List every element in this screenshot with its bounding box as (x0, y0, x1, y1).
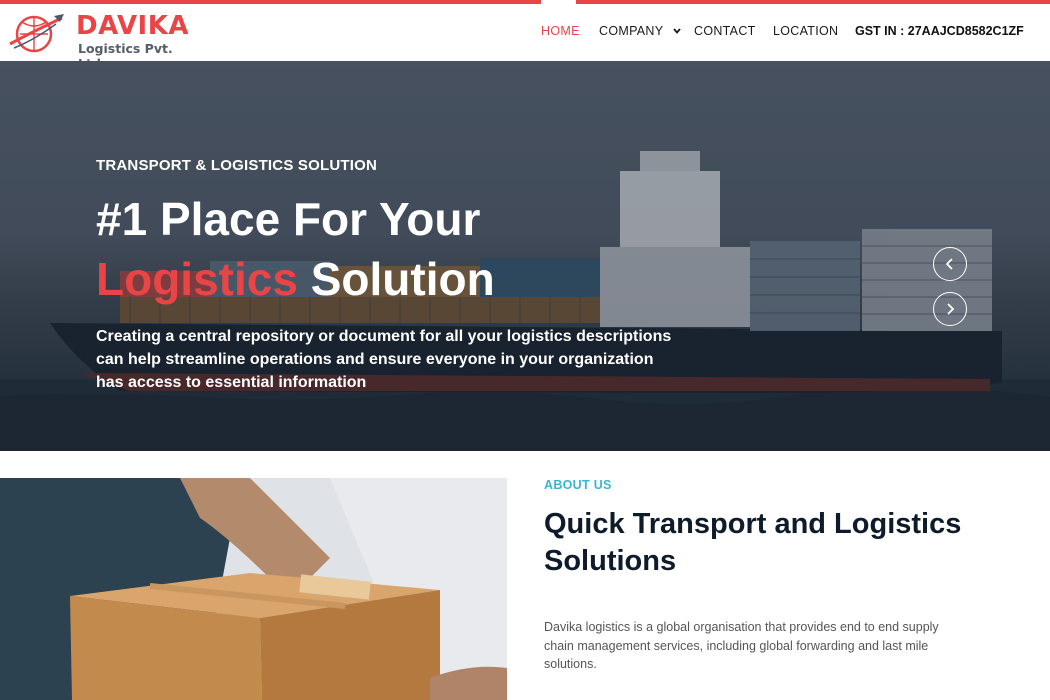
hero-title-line2: Logistics Solution (96, 249, 495, 309)
hero-title-line1: #1 Place For Your (96, 193, 481, 245)
globe-plane-icon (9, 14, 64, 53)
chevron-down-icon (673, 28, 681, 34)
nav-item-home[interactable]: HOME (541, 24, 580, 38)
hero-title-accent: Logistics (96, 253, 298, 305)
about-description: Davika logistics is a global organisatio… (544, 620, 939, 671)
nav-item-company-label: COMPANY (599, 24, 664, 38)
brand-name: DAVIKA (76, 11, 190, 41)
chevron-left-icon (945, 258, 953, 270)
slider-next-button[interactable] (933, 292, 967, 326)
nav-item-company[interactable]: COMPANY (599, 24, 681, 38)
about-kicker: ABOUT US (544, 478, 612, 492)
hero-kicker: TRANSPORT & LOGISTICS SOLUTION (96, 157, 378, 174)
hero-title-rest: Solution (310, 253, 495, 305)
about-title: Quick Transport and Logistics Solutions (544, 508, 962, 577)
delivery-box-image (0, 478, 507, 700)
chevron-right-icon (947, 303, 955, 315)
nav-item-location[interactable]: LOCATION (773, 24, 838, 38)
about-image (0, 478, 507, 700)
hero-slider: TRANSPORT & LOGISTICS SOLUTION #1 Place … (0, 61, 1050, 451)
gst-number: GST IN : 27AAJCD8582C1ZF (855, 24, 1024, 38)
hero-description: Creating a central repository or documen… (96, 328, 672, 391)
hero-title: #1 Place For Your Logistics Solution (96, 189, 495, 309)
slider-prev-button[interactable] (933, 247, 967, 281)
site-header: DAVIKA Logistics Pvt. Ltd HOME COMPANY C… (0, 4, 1050, 71)
nav-item-contact[interactable]: CONTACT (694, 24, 756, 38)
brand-logo[interactable]: DAVIKA Logistics Pvt. Ltd (8, 10, 198, 71)
